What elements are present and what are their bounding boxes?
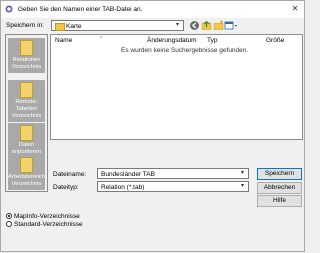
radio-standard-label[interactable]: Standard-Verzeichnisse	[14, 221, 83, 228]
column-name[interactable]: Name ^	[55, 36, 102, 44]
place-remote-tabellen[interactable]: Remote-Tabellen Verzeichnis	[8, 80, 45, 122]
radio-mapinfo[interactable]	[6, 213, 12, 219]
save-in-dropdown[interactable]: Karte ▾	[51, 20, 184, 31]
cancel-button[interactable]: Abbrechen	[257, 182, 302, 194]
filename-label: Dateiname:	[53, 171, 87, 178]
filetype-label: Dateityp:	[53, 184, 79, 191]
place-label: Arbeitsbereich Verzeichnis	[8, 174, 46, 187]
column-modified[interactable]: Änderungsdatum	[147, 37, 197, 44]
up-folder-icon[interactable]	[201, 20, 212, 31]
folder-icon	[20, 40, 33, 56]
window-title: Geben Sie den Namen einer TAB-Datei an.	[18, 6, 143, 13]
filetype-value: Relation (*.tab)	[101, 183, 145, 191]
file-list[interactable]: Name ^ Änderungsdatum Typ Größe Es wurde…	[50, 34, 303, 140]
save-in-value: Karte	[66, 22, 82, 30]
save-button[interactable]: Speichern	[257, 168, 302, 180]
view-menu-icon[interactable]	[224, 20, 238, 31]
empty-message: Es wurden keine Suchergebnisse gefunden.	[121, 47, 249, 54]
title-bar: Geben Sie den Namen einer TAB-Datei an. …	[1, 1, 304, 18]
folder-icon	[55, 22, 65, 31]
help-button[interactable]: Hilfe	[257, 195, 302, 207]
new-folder-icon[interactable]	[213, 20, 224, 31]
folder-icon	[20, 157, 33, 173]
place-relationen[interactable]: Relationen Verzeichnis	[8, 38, 45, 73]
place-arbeitsbereich[interactable]: Arbeitsbereich Verzeichnis	[8, 155, 45, 190]
sort-ascending-icon: ^	[100, 36, 103, 42]
back-icon[interactable]	[189, 20, 200, 31]
radio-standard[interactable]	[6, 221, 12, 227]
app-icon	[5, 5, 13, 13]
save-in-label: Speichern in:	[6, 22, 44, 29]
folder-icon	[20, 125, 33, 141]
place-label: Relationen Verzeichnis	[11, 57, 42, 70]
column-size[interactable]: Größe	[266, 37, 284, 44]
save-dialog: Geben Sie den Namen einer TAB-Datei an. …	[0, 0, 305, 252]
radio-mapinfo-label[interactable]: MapInfo-Verzeichnisse	[14, 213, 80, 220]
place-label: Remote-Tabellen Verzeichnis	[11, 99, 42, 119]
filename-value: Bundesländer TAB	[101, 170, 155, 178]
chevron-down-icon: ▾	[240, 170, 244, 176]
filetype-dropdown[interactable]: Relation (*.tab) ▾	[97, 181, 249, 192]
chevron-down-icon: ▾	[240, 183, 244, 189]
filename-input[interactable]: Bundesländer TAB ▾	[97, 168, 249, 179]
places-bar: Relationen Verzeichnis Remote-Tabellen V…	[5, 34, 48, 192]
chevron-down-icon: ▾	[175, 22, 179, 28]
column-type[interactable]: Typ	[207, 37, 217, 44]
close-icon[interactable]: ✕	[290, 4, 300, 14]
folder-icon	[20, 82, 33, 98]
